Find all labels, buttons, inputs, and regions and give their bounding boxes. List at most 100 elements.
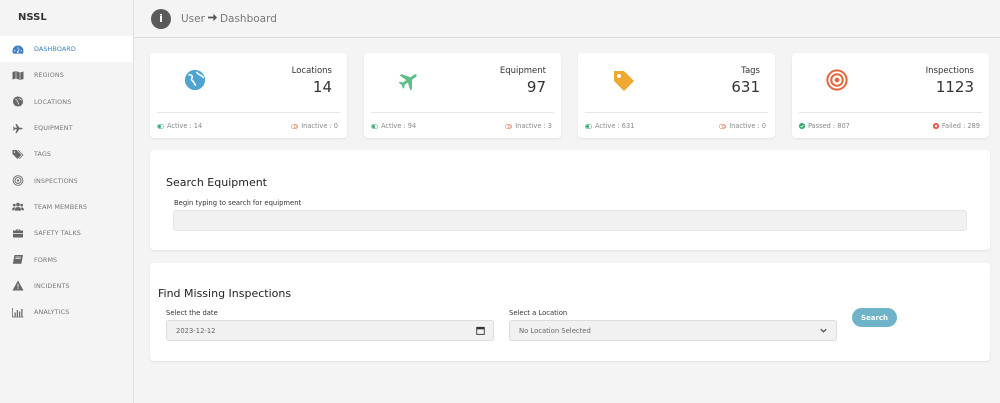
section-title: Search Equipment	[166, 176, 267, 189]
search-equipment-card: Search Equipment Begin typing to search …	[150, 150, 990, 250]
toggle-on-icon	[157, 123, 164, 129]
breadcrumb-user[interactable]: User	[181, 13, 205, 25]
x-circle-icon	[932, 123, 939, 129]
plane-icon	[11, 122, 25, 134]
stat-inactive: Inactive : 3	[505, 122, 552, 130]
stat-label: Tags	[741, 66, 760, 76]
section-title: Find Missing Inspections	[158, 287, 292, 300]
warning-icon	[11, 280, 25, 292]
top-bar: i User Dashboard	[134, 0, 1000, 38]
stat-card-equipment: Equipment 97 Active : 94 Inactive : 3	[364, 53, 561, 138]
sidebar-item-team-members[interactable]: TEAM MEMBERS	[0, 194, 133, 220]
stat-inactive: Inactive : 0	[291, 122, 338, 130]
location-select[interactable]: No Location Selected	[509, 320, 837, 341]
check-circle-icon	[799, 123, 805, 129]
stat-value: 97	[526, 78, 546, 96]
sidebar-item-safety-talks[interactable]: SAFETY TALKS	[0, 220, 133, 246]
divider	[799, 112, 982, 113]
divider	[157, 112, 340, 113]
sidebar-item-regions[interactable]: REGIONS	[0, 62, 133, 88]
sidebar-item-forms[interactable]: FORMS	[0, 246, 133, 272]
stat-passed: Passed : 807	[799, 122, 850, 130]
stat-active-text: Active : 631	[595, 122, 635, 130]
stat-card-inspections: Inspections 1123 Passed : 807 Failed : 2…	[792, 53, 989, 138]
divider	[371, 112, 554, 113]
stat-value: 1123	[935, 78, 974, 96]
breadcrumb-dashboard: Dashboard	[219, 12, 277, 25]
sidebar-item-inspections[interactable]: INSPECTIONS	[0, 167, 133, 193]
stat-active: Active : 14	[157, 122, 202, 130]
stat-active: Active : 631	[585, 122, 634, 130]
briefcase-icon	[11, 227, 25, 239]
stat-label: Equipment	[499, 66, 546, 76]
toggle-off-icon	[291, 123, 299, 129]
sidebar-item-label: TAGS	[34, 150, 52, 159]
stat-label: Inspections	[925, 66, 974, 76]
speedometer-icon	[11, 43, 25, 55]
stat-failed: Failed : 289	[932, 122, 980, 130]
date-label: Select the date	[166, 309, 218, 317]
stat-card-locations: Locations 14 Active : 14 Inactive : 0	[150, 53, 347, 138]
search-equipment-input[interactable]	[173, 210, 967, 231]
book-icon	[11, 254, 25, 266]
sidebar-item-label: INSPECTIONS	[34, 176, 78, 185]
sidebar-item-label: ANALYTICS	[34, 308, 70, 317]
tags-icon	[11, 148, 25, 160]
sidebar-item-analytics[interactable]: ANALYTICS	[0, 299, 133, 325]
stat-inactive-text: Inactive : 0	[301, 122, 338, 130]
sidebar-item-label: TEAM MEMBERS	[34, 202, 88, 211]
stat-value: 14	[312, 78, 332, 96]
globe-icon	[11, 96, 25, 108]
sidebar-item-label: FORMS	[34, 255, 58, 264]
arrow-right-icon	[207, 13, 217, 25]
stat-active: Active : 94	[371, 122, 416, 130]
toggle-off-icon	[719, 123, 727, 129]
stat-inactive-text: Inactive : 0	[729, 122, 766, 130]
target-icon	[11, 175, 25, 187]
users-icon	[11, 201, 25, 213]
plane-icon	[398, 69, 420, 91]
tag-icon	[612, 69, 634, 91]
stat-label: Locations	[291, 66, 332, 76]
toggle-on-icon	[585, 123, 592, 129]
missing-inspections-card: Find Missing Inspections Select the date…	[150, 263, 990, 361]
date-value: 2023-12-12	[176, 326, 216, 335]
location-value: No Location Selected	[519, 326, 591, 335]
stat-active-text: Active : 14	[167, 122, 203, 130]
globe-icon	[184, 69, 206, 91]
breadcrumb: User Dashboard	[181, 13, 277, 25]
sidebar-item-equipment[interactable]: EQUIPMENT	[0, 115, 133, 141]
sidebar-item-label: INCIDENTS	[34, 281, 70, 290]
sidebar-item-label: LOCATIONS	[34, 97, 72, 106]
stat-inactive: Inactive : 0	[719, 122, 766, 130]
toggle-off-icon	[505, 123, 513, 129]
chevron-down-icon	[820, 328, 827, 333]
sidebar-item-label: DASHBOARD	[34, 45, 76, 54]
sidebar-item-label: EQUIPMENT	[34, 124, 73, 133]
calendar-icon[interactable]	[476, 326, 485, 335]
sidebar-item-label: SAFETY TALKS	[34, 229, 81, 238]
stat-card-tags: Tags 631 Active : 631 Inactive : 0	[578, 53, 775, 138]
search-equipment-label: Begin typing to search for equipment	[174, 199, 302, 207]
stat-passed-text: Passed : 807	[808, 122, 850, 130]
target-icon	[826, 69, 848, 91]
bar-chart-icon	[11, 306, 25, 318]
search-button[interactable]: Search	[852, 308, 897, 327]
sidebar-item-locations[interactable]: LOCATIONS	[0, 89, 133, 115]
map-icon	[11, 69, 25, 81]
sidebar: NSSL DASHBOARD REGIONS LOCATIONS EQUIPME…	[0, 0, 134, 403]
sidebar-item-label: REGIONS	[34, 71, 64, 80]
toggle-on-icon	[371, 123, 378, 129]
stat-failed-text: Failed : 289	[941, 122, 980, 130]
sidebar-item-dashboard[interactable]: DASHBOARD	[0, 36, 133, 63]
stat-active-text: Active : 94	[381, 122, 417, 130]
divider	[585, 112, 768, 113]
brand-name: NSSL	[18, 12, 47, 23]
location-label: Select a Location	[509, 309, 568, 317]
stat-value: 631	[731, 78, 760, 96]
stat-inactive-text: Inactive : 3	[515, 122, 552, 130]
info-button[interactable]: i	[151, 8, 171, 29]
date-input[interactable]: 2023-12-12	[166, 320, 494, 341]
sidebar-item-tags[interactable]: TAGS	[0, 141, 133, 167]
sidebar-item-incidents[interactable]: INCIDENTS	[0, 273, 133, 299]
